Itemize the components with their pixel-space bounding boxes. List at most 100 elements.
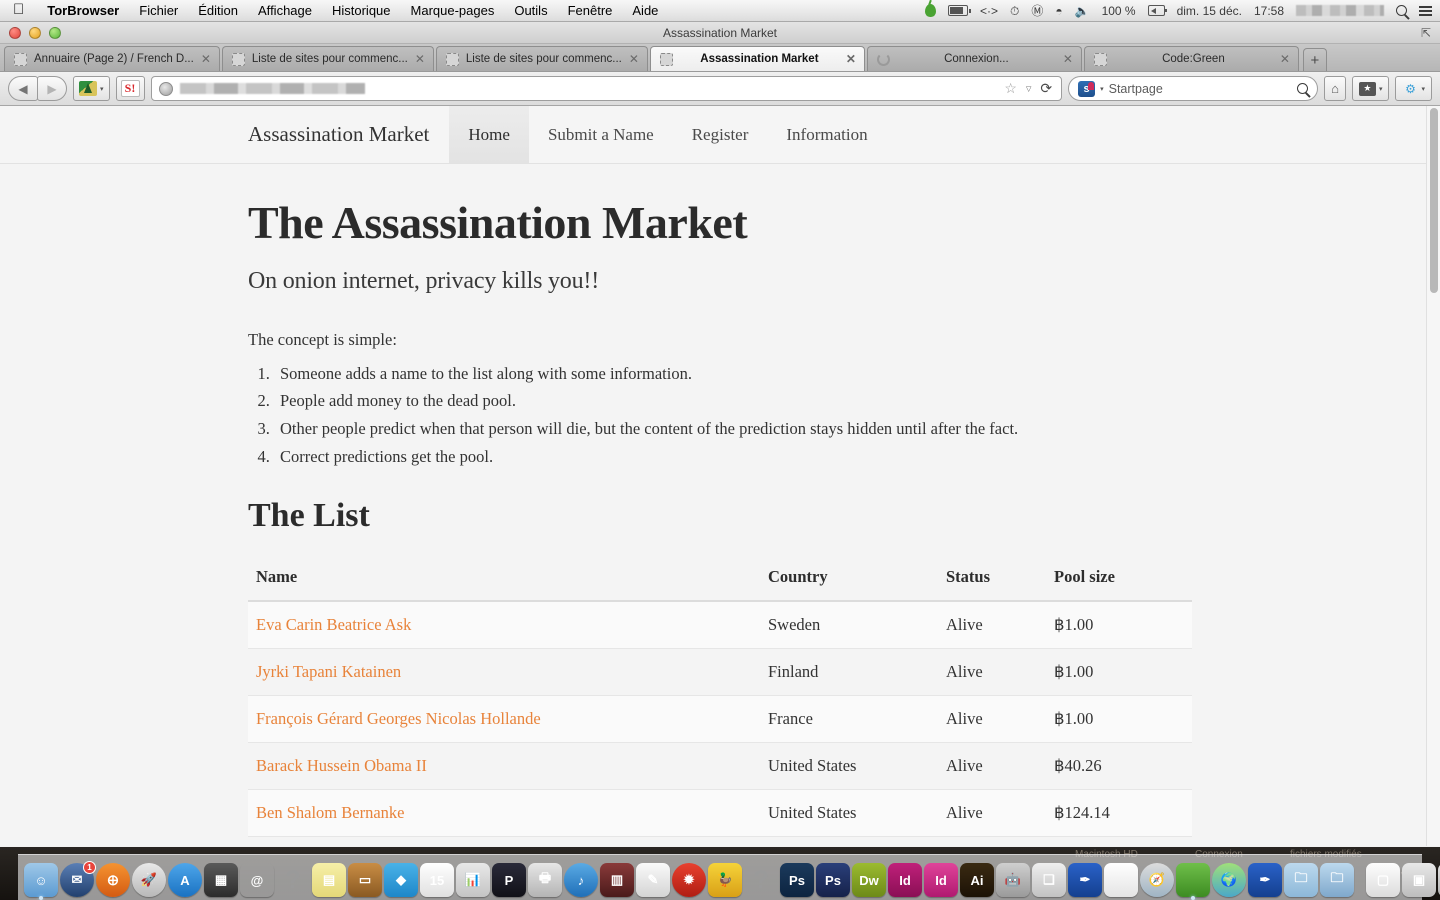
- table-row[interactable]: Jyrki Tapani Katainen Finland Alive ฿1.0…: [248, 647, 1192, 696]
- tab-close-icon[interactable]: ✕: [415, 52, 425, 66]
- tab-close-icon[interactable]: ✕: [629, 52, 639, 66]
- tab-close-icon[interactable]: ✕: [1063, 52, 1073, 66]
- dock-icon-keynote[interactable]: ▥: [600, 863, 634, 897]
- menubar-time[interactable]: 17:58: [1254, 5, 1284, 17]
- menu-item-outils[interactable]: Outils: [504, 3, 557, 18]
- back-button[interactable]: ◀: [8, 76, 38, 101]
- dock-icon-automator[interactable]: 🤖: [996, 863, 1030, 897]
- menu-item-affichage[interactable]: Affichage: [248, 3, 322, 18]
- tab-close-icon[interactable]: ✕: [846, 52, 856, 66]
- cell-name[interactable]: François Gérard Georges Nicolas Hollande: [248, 694, 760, 743]
- dock-icon-stickies[interactable]: ▤: [312, 863, 346, 897]
- dock-icon-thunderbird[interactable]: ✉ 1: [60, 861, 96, 897]
- dock-icon-numbers[interactable]: 📊: [456, 863, 490, 897]
- dock-icon-address-book[interactable]: @: [240, 863, 274, 897]
- menu-app-name[interactable]: TorBrowser: [37, 3, 129, 18]
- table-row[interactable]: François Gérard Georges Nicolas Hollande…: [248, 694, 1192, 743]
- browser-tab[interactable]: Connexion... ✕: [866, 46, 1082, 71]
- cell-name[interactable]: Jyrki Tapani Katainen: [248, 647, 760, 696]
- battery-icon[interactable]: [947, 5, 971, 16]
- column-header-pool-size[interactable]: Pool size: [1046, 566, 1192, 602]
- wifi-icon[interactable]: ◓: [1055, 5, 1062, 17]
- table-row[interactable]: Ben Shalom Bernanke United States Alive …: [248, 788, 1192, 837]
- dock-icon-printer[interactable]: 🖶: [528, 863, 562, 897]
- nav-item-information[interactable]: Information: [767, 106, 886, 163]
- apple-logo-icon[interactable]: : [0, 2, 37, 19]
- nav-item-register[interactable]: Register: [673, 106, 768, 163]
- browser-tab[interactable]: Liste de sites pour commenc... ✕: [221, 46, 434, 71]
- dock-icon-illustrator[interactable]: Ai: [960, 863, 994, 897]
- dock-icon-windows-folder[interactable]: 🗀: [1320, 863, 1354, 897]
- target-name-link[interactable]: François Gérard Georges Nicolas Hollande: [256, 709, 541, 728]
- vertical-scrollbar[interactable]: [1426, 106, 1440, 846]
- dock-icon-calendar[interactable]: 15: [420, 863, 454, 897]
- target-name-link[interactable]: Barack Hussein Obama II: [256, 756, 427, 775]
- home-button[interactable]: ⌂: [1324, 76, 1346, 101]
- browser-tab[interactable]: Liste de sites pour commenc... ✕: [435, 46, 648, 71]
- scrollbar-thumb[interactable]: [1430, 108, 1438, 293]
- dock-icon-libreoffice-2[interactable]: ✒: [1248, 863, 1282, 897]
- dock-icon-unknown-app-2[interactable]: ?: [744, 863, 778, 897]
- browser-tab[interactable]: Annuaire (Page 2) / French D... ✕: [4, 46, 220, 71]
- target-name-link[interactable]: Eva Carin Beatrice Ask: [256, 615, 411, 634]
- dock-icon-downloads-stack[interactable]: ▢: [1366, 863, 1400, 897]
- timemachine-icon[interactable]: ⏱: [1010, 5, 1019, 17]
- search-submit-icon[interactable]: [1297, 83, 1309, 94]
- bookmarks-button[interactable]: ★ ▾: [1351, 76, 1390, 101]
- dock-icon-photoshop-cc[interactable]: Ps: [816, 863, 850, 897]
- browser-tab[interactable]: Code:Green ✕: [1083, 46, 1299, 71]
- target-name-link[interactable]: Jyrki Tapani Katainen: [256, 662, 401, 681]
- reload-icon[interactable]: ⟳: [1040, 80, 1052, 97]
- dock-icon-airmail[interactable]: ▣: [1402, 863, 1436, 897]
- startpage-icon[interactable]: s: [1078, 80, 1096, 97]
- table-row[interactable]: Keith Brian Alexander United States Aliv…: [248, 835, 1192, 846]
- cell-name[interactable]: Ben Shalom Bernanke: [248, 788, 760, 837]
- dock-icon-indesign[interactable]: Id: [888, 863, 922, 897]
- bookmark-star-icon[interactable]: ☆: [1004, 80, 1017, 97]
- menu-item-aide[interactable]: Aide: [622, 3, 668, 18]
- menu-item-marque-pages[interactable]: Marque-pages: [401, 3, 505, 18]
- menubar-date[interactable]: dim. 15 déc.: [1177, 5, 1242, 17]
- dock-icon-pages-p[interactable]: P: [492, 863, 526, 897]
- dock-icon-tomato-timer[interactable]: ✹: [672, 863, 706, 897]
- dock-icon-safari[interactable]: 🧭: [1140, 863, 1174, 897]
- nav-item-submit-a-name[interactable]: Submit a Name: [529, 106, 673, 163]
- fullscreen-arrow-icon[interactable]: ⇱: [1421, 26, 1431, 40]
- table-row[interactable]: Barack Hussein Obama II United States Al…: [248, 741, 1192, 790]
- search-input[interactable]: Startpage: [1109, 82, 1292, 96]
- torbutton-button[interactable]: ▾: [73, 76, 110, 101]
- dock-icon-indesign-cc[interactable]: Id: [924, 863, 958, 897]
- dock-icon-app-store[interactable]: A: [168, 863, 202, 897]
- dock-icon-unknown-app[interactable]: ?: [276, 863, 310, 897]
- cell-name[interactable]: Eva Carin Beatrice Ask: [248, 600, 760, 649]
- tab-close-icon[interactable]: ✕: [201, 52, 211, 66]
- tab-close-icon[interactable]: ✕: [1280, 52, 1290, 66]
- search-bar[interactable]: s ▾ Startpage: [1068, 76, 1319, 101]
- cell-name[interactable]: Barack Hussein Obama II: [248, 741, 760, 790]
- dock-icon-firefox[interactable]: 🜨: [96, 863, 130, 897]
- nav-item-home[interactable]: Home: [449, 106, 529, 163]
- address-bar[interactable]: ☆ ▽ ⟳: [150, 76, 1063, 101]
- dock-icon-dropbox[interactable]: ◆: [384, 863, 418, 897]
- site-brand[interactable]: Assassination Market: [248, 106, 449, 163]
- chevron-down-icon[interactable]: ▽: [1026, 85, 1031, 93]
- s-extension-button[interactable]: S!: [115, 76, 145, 101]
- menu-item-fenetre[interactable]: Fenêtre: [558, 3, 623, 18]
- dock-icon-itunes[interactable]: ♪: [564, 863, 598, 897]
- dock-icon-photoshop[interactable]: Ps: [780, 863, 814, 897]
- search-icon[interactable]: [1396, 5, 1407, 16]
- new-tab-button[interactable]: +: [1302, 48, 1327, 71]
- code-icon[interactable]: <·>: [980, 5, 998, 17]
- notification-list-icon[interactable]: [1419, 5, 1432, 16]
- forward-button[interactable]: ▶: [37, 76, 67, 101]
- dock-icon-scanner[interactable]: ▭: [348, 863, 382, 897]
- dock-icon-textedit[interactable]: ✎: [636, 863, 670, 897]
- table-row[interactable]: Eva Carin Beatrice Ask Sweden Alive ฿1.0…: [248, 600, 1192, 649]
- column-header-country[interactable]: Country: [760, 566, 938, 602]
- bluetooth-icon[interactable]: Ⓜ: [1031, 5, 1043, 17]
- dock-icon-iphoto[interactable]: ❏: [1032, 863, 1066, 897]
- dock-icon-rubber-duck[interactable]: 🦆: [708, 863, 742, 897]
- noscript-button[interactable]: ⚙ ▾: [1395, 76, 1432, 101]
- target-name-link[interactable]: Ben Shalom Bernanke: [256, 803, 404, 822]
- dock-icon-tor-browser[interactable]: [1176, 863, 1210, 900]
